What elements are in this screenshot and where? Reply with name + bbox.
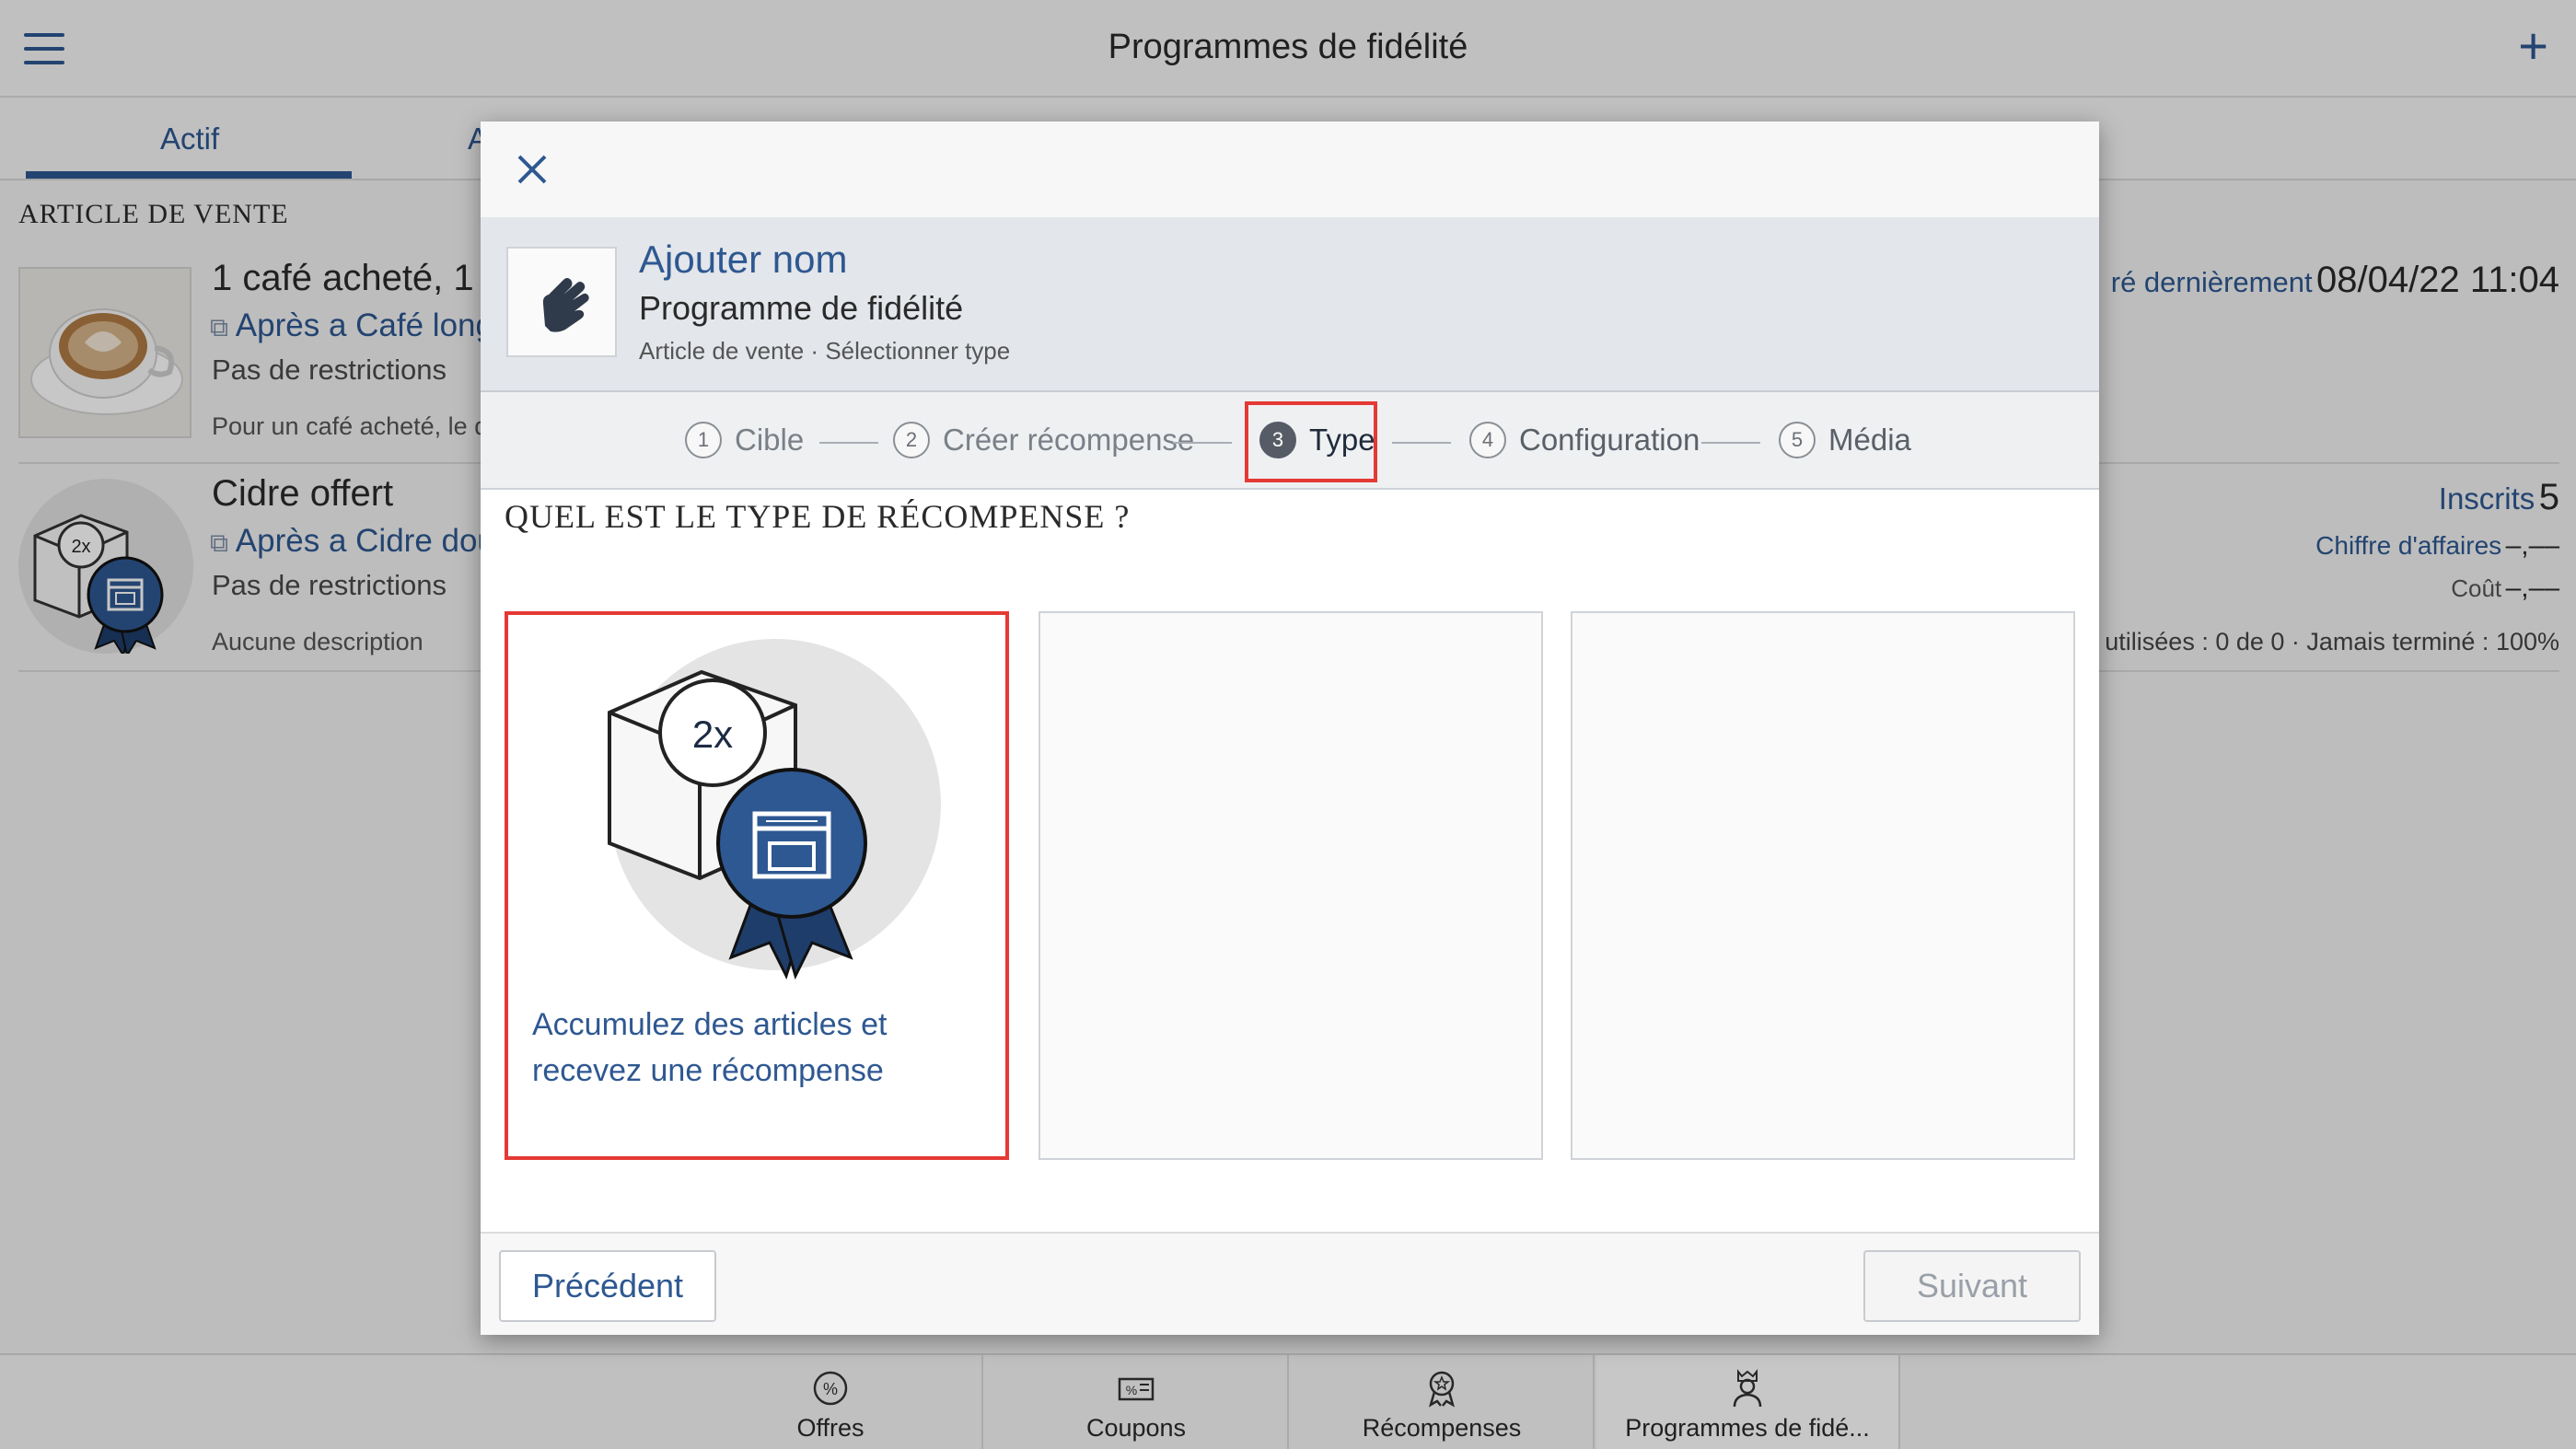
reward-type-card-empty[interactable] [1571,611,2075,1160]
reward-type-card-stamp[interactable]: 2x Accumulez des articles et recevez une… [505,611,1009,1160]
wizard-stepper: 1 Cible 2 Créer récompense 3 Type 4 Conf… [481,392,2099,490]
step-cible[interactable]: 1 Cible [685,422,804,458]
dialog-top-bar [481,122,2099,217]
step-configuration[interactable]: 4 Configuration [1469,422,1700,458]
next-button[interactable]: Suivant [1863,1250,2081,1322]
breadcrumb: Article de vente · Sélectionner type [639,337,1011,365]
program-name[interactable]: Ajouter nom [639,238,847,282]
step-media[interactable]: 5 Média [1779,422,1911,458]
close-icon[interactable] [510,147,554,191]
svg-text:2x: 2x [692,713,733,756]
question-heading: QUEL EST LE TYPE DE RÉCOMPENSE ? [505,498,1131,535]
hand-icon [542,278,589,332]
step-connector [819,442,878,444]
program-icon-box[interactable] [506,247,617,357]
step-highlight-box [1245,401,1377,482]
previous-button[interactable]: Précédent [499,1250,716,1322]
reward-type-card-empty[interactable] [1039,611,1543,1160]
step-connector [1701,442,1760,444]
step-creer-recompense[interactable]: 2 Créer récompense [893,422,1194,458]
step-connector [1173,442,1232,444]
step-connector [1392,442,1451,444]
stamp-card-reward-icon: 2x [608,639,941,980]
program-header: Ajouter nom Programme de fidélité Articl… [481,217,2099,392]
dialog-footer: Précédent Suivant [481,1232,2099,1335]
program-type: Programme de fidélité [639,289,964,327]
create-program-dialog: Ajouter nom Programme de fidélité Articl… [481,122,2099,1335]
card-description: Accumulez des articles et recevez une ré… [532,1007,888,1088]
